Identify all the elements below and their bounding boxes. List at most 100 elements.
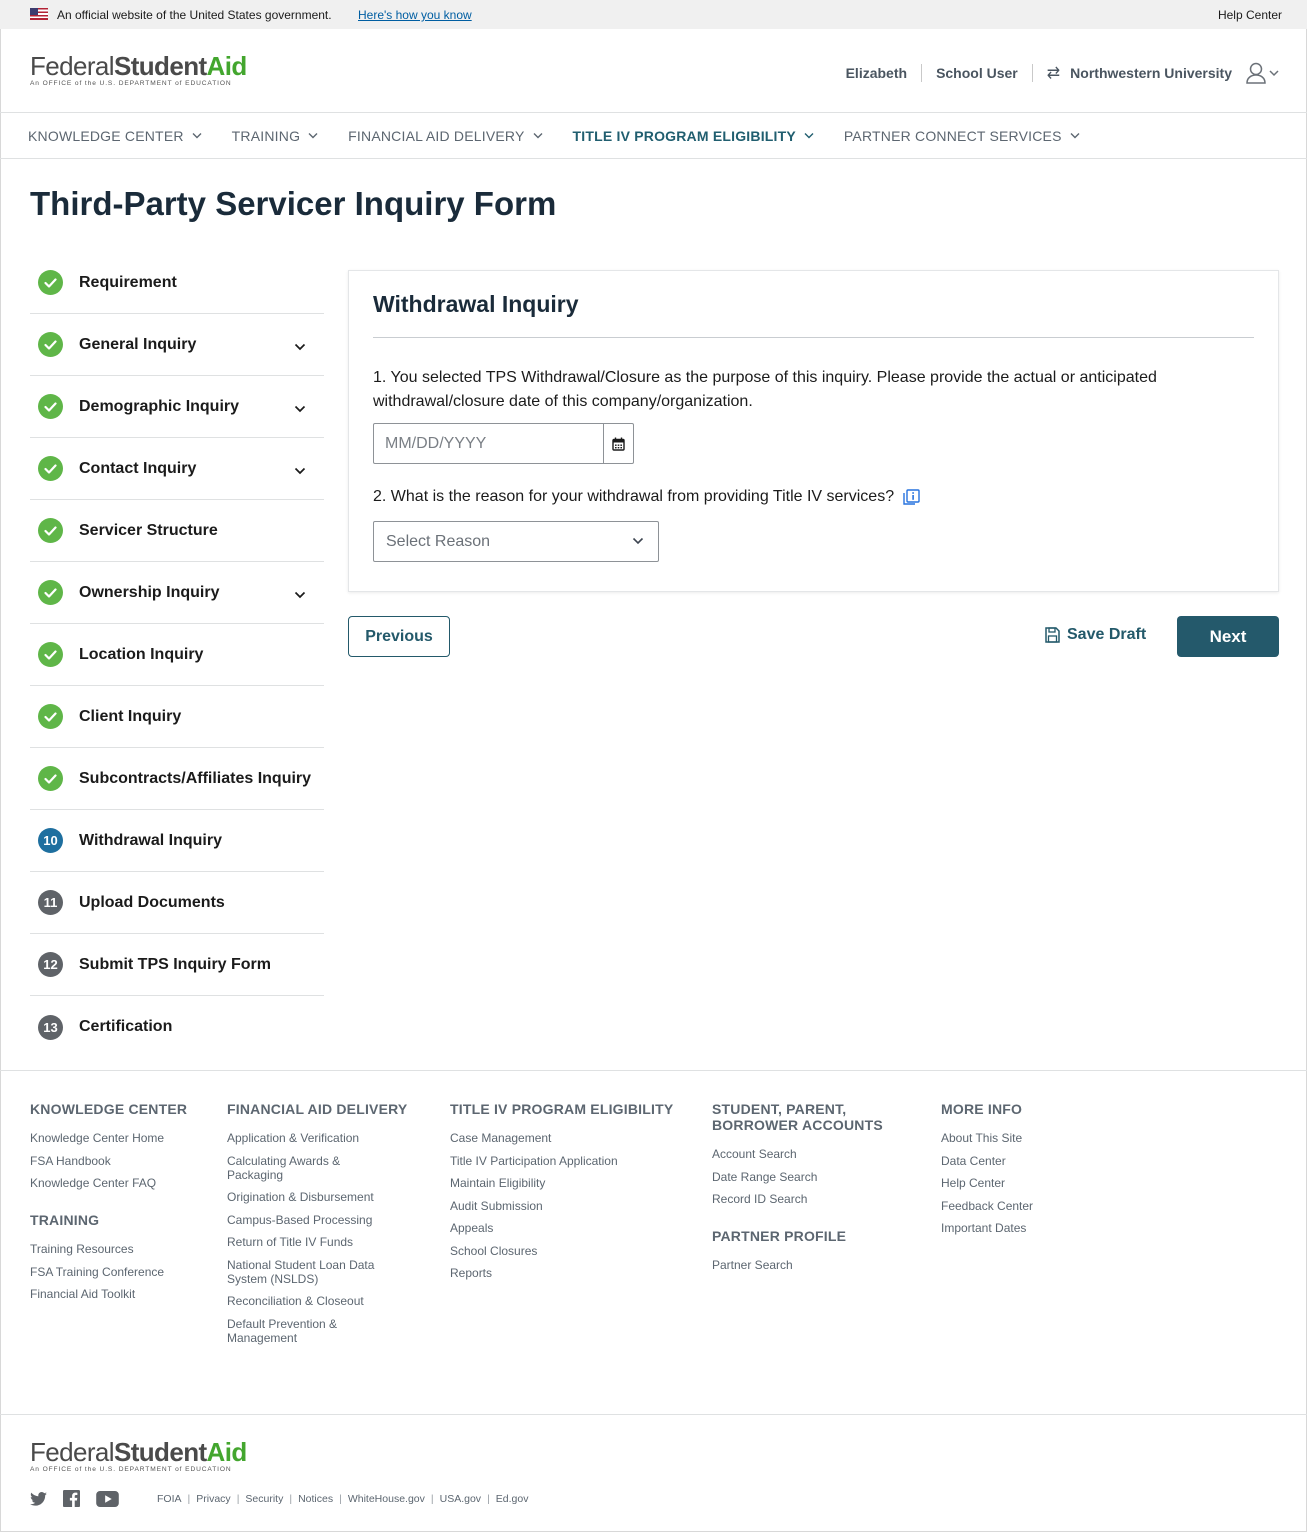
step-ownership-inquiry[interactable]: Ownership Inquiry bbox=[30, 562, 324, 624]
chevron-down-icon[interactable] bbox=[294, 462, 306, 480]
step-label: Requirement bbox=[79, 273, 177, 291]
step-number-badge: 13 bbox=[38, 1014, 63, 1040]
chevron-down-icon[interactable] bbox=[294, 338, 306, 356]
footer-link[interactable]: Appeals bbox=[450, 1221, 673, 1235]
withdrawal-inquiry-card: Withdrawal Inquiry 1. You selected TPS W… bbox=[348, 270, 1279, 592]
step-number-badge: 11 bbox=[38, 890, 63, 915]
footer-link[interactable]: Partner Search bbox=[712, 1258, 892, 1272]
page-title: Third-Party Servicer Inquiry Form bbox=[30, 185, 557, 222]
help-center-link[interactable]: Help Center bbox=[1218, 8, 1282, 22]
divider bbox=[373, 337, 1254, 338]
step-contact-inquiry[interactable]: Contact Inquiry bbox=[30, 438, 324, 500]
twitter-icon[interactable] bbox=[30, 1491, 47, 1506]
withdrawal-reason-select[interactable]: Select Reason bbox=[373, 521, 659, 562]
footer-link[interactable]: Return of Title IV Funds bbox=[227, 1235, 407, 1249]
step-withdrawal-inquiry[interactable]: 10 Withdrawal Inquiry bbox=[30, 810, 324, 872]
step-general-inquiry[interactable]: General Inquiry bbox=[30, 314, 324, 376]
check-circle-icon bbox=[38, 580, 63, 605]
chevron-down-icon[interactable] bbox=[294, 586, 306, 604]
step-location-inquiry[interactable]: Location Inquiry bbox=[30, 624, 324, 686]
legal-link[interactable]: Security bbox=[245, 1493, 283, 1505]
footer-link[interactable]: Campus-Based Processing bbox=[227, 1213, 407, 1227]
step-upload-documents[interactable]: 11 Upload Documents bbox=[30, 872, 324, 934]
previous-button[interactable]: Previous bbox=[348, 616, 450, 657]
footer-link[interactable]: Reports bbox=[450, 1266, 673, 1280]
calendar-button[interactable] bbox=[603, 424, 633, 463]
footer-link[interactable]: Application & Verification bbox=[227, 1131, 407, 1145]
section-title: Withdrawal Inquiry bbox=[373, 291, 579, 317]
footer-link[interactable]: Origination & Disbursement bbox=[227, 1190, 407, 1204]
footer-link[interactable]: Default Prevention & Management bbox=[227, 1317, 362, 1345]
footer-link[interactable]: Title IV Participation Application bbox=[450, 1154, 673, 1168]
legal-link[interactable]: Ed.gov bbox=[496, 1493, 529, 1505]
step-requirement[interactable]: Requirement bbox=[30, 252, 324, 314]
footer-link[interactable]: Maintain Eligibility bbox=[450, 1176, 673, 1190]
footer-link[interactable]: Account Search bbox=[712, 1147, 892, 1161]
footer-col-more-info: MORE INFO About This Site Data Center He… bbox=[941, 1101, 1033, 1244]
nav-knowledge-center[interactable]: KNOWLEDGE CENTER bbox=[28, 113, 202, 158]
logo-text-federal: Federal bbox=[30, 51, 115, 81]
legal-link[interactable]: FOIA bbox=[157, 1493, 182, 1505]
user-name[interactable]: Elizabeth bbox=[846, 65, 907, 81]
step-servicer-structure[interactable]: Servicer Structure bbox=[30, 500, 324, 562]
footer-link[interactable]: About This Site bbox=[941, 1131, 1033, 1145]
next-button[interactable]: Next bbox=[1177, 616, 1279, 657]
step-demographic-inquiry[interactable]: Demographic Inquiry bbox=[30, 376, 324, 438]
legal-link[interactable]: Privacy bbox=[196, 1493, 230, 1505]
footer-link[interactable]: Help Center bbox=[941, 1176, 1033, 1190]
footer-link[interactable]: Knowledge Center Home bbox=[30, 1131, 187, 1145]
switch-institution-icon[interactable]: ⇄ bbox=[1047, 63, 1060, 83]
account-menu-button[interactable] bbox=[1246, 62, 1279, 84]
nav-label: TRAINING bbox=[231, 127, 301, 144]
step-label: Upload Documents bbox=[79, 893, 225, 911]
fsa-footer-logo[interactable]: FederalStudentAid An OFFICE of the U.S. … bbox=[30, 1439, 247, 1473]
step-certification[interactable]: 13 Certification bbox=[30, 996, 324, 1058]
user-icon bbox=[1246, 62, 1266, 84]
withdrawal-date-input[interactable] bbox=[374, 424, 603, 463]
heres-how-you-know-link[interactable]: Here's how you know bbox=[358, 8, 472, 22]
fsa-logo[interactable]: FederalStudentAid An OFFICE of the U.S. … bbox=[30, 53, 247, 87]
nav-financial-aid-delivery[interactable]: FINANCIAL AID DELIVERY bbox=[348, 113, 543, 158]
nav-training[interactable]: TRAINING bbox=[232, 113, 319, 158]
nav-partner-connect-services[interactable]: PARTNER CONNECT SERVICES bbox=[844, 113, 1080, 158]
step-navigation: Requirement General Inquiry Demographic In… bbox=[30, 252, 324, 1058]
legal-link[interactable]: USA.gov bbox=[440, 1493, 481, 1505]
footer-link[interactable]: FSA Training Conference bbox=[30, 1265, 187, 1279]
legal-link[interactable]: WhiteHouse.gov bbox=[348, 1493, 425, 1505]
step-label: Contact Inquiry bbox=[79, 459, 197, 477]
institution-name[interactable]: Northwestern University bbox=[1070, 65, 1232, 81]
footer-link[interactable]: Data Center bbox=[941, 1154, 1033, 1168]
separator: | bbox=[430, 1493, 434, 1505]
legal-link[interactable]: Notices bbox=[298, 1493, 333, 1505]
footer-link[interactable]: Knowledge Center FAQ bbox=[30, 1176, 187, 1190]
step-client-inquiry[interactable]: Client Inquiry bbox=[30, 686, 324, 748]
site-header: FederalStudentAid An OFFICE of the U.S. … bbox=[0, 29, 1307, 113]
footer-link[interactable]: Calculating Awards & Packaging bbox=[227, 1154, 362, 1182]
footer-link[interactable]: Reconciliation & Closeout bbox=[227, 1294, 407, 1308]
footer-col-financial-aid-delivery: FINANCIAL AID DELIVERY Application & Ver… bbox=[227, 1101, 407, 1353]
footer-heading: TRAINING bbox=[30, 1212, 100, 1228]
step-submit-tps-inquiry-form[interactable]: 12 Submit TPS Inquiry Form bbox=[30, 934, 324, 996]
separator: | bbox=[236, 1493, 240, 1505]
nav-title-iv-program-eligibility[interactable]: TITLE IV PROGRAM ELIGIBILITY bbox=[573, 113, 814, 158]
footer-link[interactable]: Feedback Center bbox=[941, 1199, 1033, 1213]
footer-link[interactable]: Record ID Search bbox=[712, 1192, 892, 1206]
footer-link[interactable]: FSA Handbook bbox=[30, 1154, 187, 1168]
footer-link[interactable]: Training Resources bbox=[30, 1242, 187, 1256]
youtube-icon[interactable] bbox=[96, 1490, 119, 1507]
footer-link[interactable]: National Student Loan Data System (NSLDS… bbox=[227, 1258, 392, 1286]
step-subcontracts-affiliates-inquiry[interactable]: Subcontracts/Affiliates Inquiry bbox=[30, 748, 324, 810]
chevron-down-icon[interactable] bbox=[294, 400, 306, 418]
save-draft-button[interactable]: Save Draft bbox=[1045, 626, 1146, 644]
info-icon[interactable] bbox=[903, 489, 920, 505]
footer-link[interactable]: Financial Aid Toolkit bbox=[30, 1287, 187, 1301]
footer-link[interactable]: Date Range Search bbox=[712, 1170, 892, 1184]
footer-link[interactable]: Important Dates bbox=[941, 1221, 1033, 1235]
chevron-down-icon bbox=[632, 537, 644, 545]
footer-link[interactable]: Audit Submission bbox=[450, 1199, 673, 1213]
chevron-down-icon bbox=[1070, 133, 1080, 139]
user-role[interactable]: School User bbox=[936, 65, 1018, 81]
footer-link[interactable]: Case Management bbox=[450, 1131, 673, 1145]
footer-link[interactable]: School Closures bbox=[450, 1244, 673, 1258]
facebook-icon[interactable] bbox=[63, 1490, 80, 1507]
